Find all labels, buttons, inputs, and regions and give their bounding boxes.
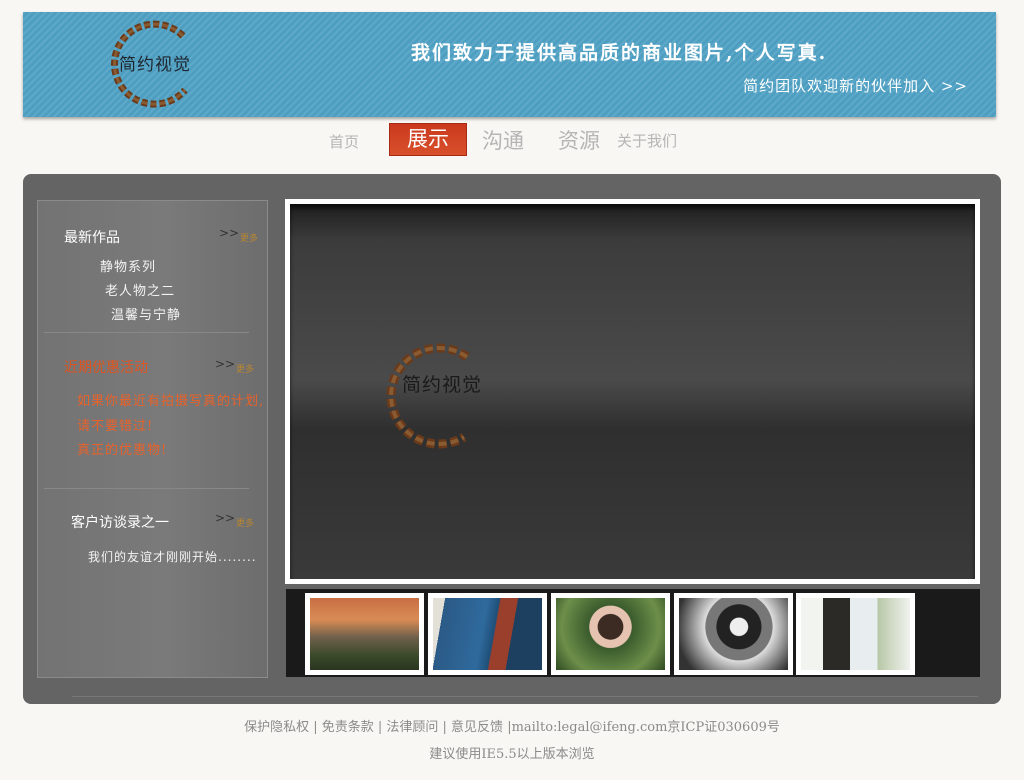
thumbnail-image (433, 598, 542, 670)
join-team-link[interactable]: 简约团队欢迎新的伙伴加入 >> (743, 75, 968, 96)
showcase-frame: 简约视觉 (285, 199, 980, 584)
thumbnail-lake-bridge[interactable] (428, 593, 547, 675)
showcase-logo-text: 简约视觉 (402, 374, 483, 396)
promo-more-arrow-icon: >> (215, 357, 236, 371)
showcase-display: 简约视觉 (290, 204, 975, 579)
thumbnail-boy-outdoor[interactable] (796, 593, 915, 675)
sidebar-divider (44, 332, 249, 333)
thumbnail-landscape-photographer[interactable] (305, 593, 424, 675)
latest-item[interactable]: 静物系列 (100, 256, 156, 275)
main-panel: 最新作品 >> 更多 静物系列 老人物之二 温馨与宁静 近期优惠活动 >> 更多… (23, 174, 1001, 704)
slogan: 我们致力于提供高品质的商业图片,个人写真. (411, 42, 828, 64)
interview-title: 客户访谈录之一 (71, 515, 169, 531)
nav-resources[interactable]: 资源 (558, 125, 600, 155)
promo-more-link[interactable]: 更多 (236, 362, 254, 375)
promo-line: 真正的优惠物! (77, 443, 168, 458)
nav-showcase[interactable]: 展示 (389, 123, 467, 156)
header-banner: 简约视觉 我们致力于提供高品质的商业图片,个人写真. 简约团队欢迎新的伙伴加入 … (23, 12, 996, 117)
thumbnail-image (556, 598, 665, 670)
thumbnail-image (310, 598, 419, 670)
interview-more-link[interactable]: 更多 (236, 516, 254, 529)
thumbnail-image (801, 598, 910, 670)
thumbnail-strip (286, 589, 980, 677)
nav-about-us[interactable]: 关于我们 (617, 130, 677, 151)
latest-more-link[interactable]: 更多 (240, 231, 258, 244)
logo-text: 简约视觉 (119, 55, 191, 75)
thumbnail-image (679, 598, 788, 670)
sidebar: 最新作品 >> 更多 静物系列 老人物之二 温馨与宁静 近期优惠活动 >> 更多… (37, 200, 268, 678)
interview-more-arrow-icon: >> (215, 511, 236, 525)
footer-divider (72, 696, 978, 697)
thumbnail-woman-bw-portrait[interactable] (674, 593, 793, 675)
sidebar-divider (44, 488, 249, 489)
browser-note: 建议使用IE5.5以上版本浏览 (429, 747, 595, 762)
latest-item[interactable]: 老人物之二 (105, 280, 175, 299)
latest-more-arrow-icon: >> (219, 226, 240, 240)
nav-communication[interactable]: 沟通 (482, 125, 524, 155)
promo-line: 请不要错过! (77, 419, 154, 434)
latest-works-title: 最新作品 (64, 230, 120, 246)
promo-line: 如果你最近有拍摄写真的计划, (77, 394, 265, 409)
latest-item[interactable]: 温馨与宁静 (111, 304, 181, 323)
thumbnail-girl-garden[interactable] (551, 593, 670, 675)
footer-links[interactable]: 保护隐私权 | 免责条款 | 法律顾问 | 意见反馈 |mailto:legal… (0, 716, 1024, 735)
promo-title: 近期优惠活动 (64, 360, 148, 376)
main-nav: 首页 展示 沟通 资源 关于我们 (0, 122, 1024, 158)
nav-home[interactable]: 首页 (329, 131, 359, 152)
interview-text: 我们的友谊才刚刚开始........ (88, 550, 257, 564)
